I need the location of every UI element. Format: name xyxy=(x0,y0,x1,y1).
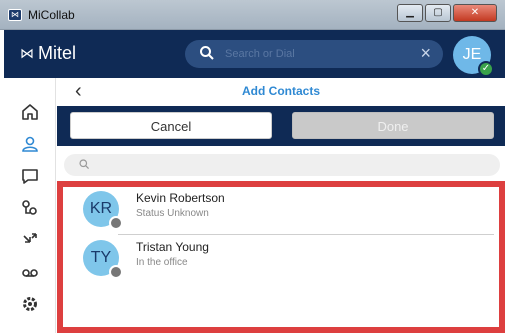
contact-initials: TY xyxy=(90,249,112,266)
sidebar xyxy=(4,78,56,333)
title-bar: ⋈ MiCollab ▁ ▢ ✕ xyxy=(0,0,505,30)
micollab-window: ⋈ MiCollab ▁ ▢ ✕ ⋈ Mitel × JE ✓ xyxy=(0,0,505,333)
contact-name: Kevin Robertson xyxy=(136,191,225,205)
search-icon xyxy=(200,46,214,60)
maximize-button[interactable]: ▢ xyxy=(425,4,451,22)
clear-search-icon[interactable]: × xyxy=(420,43,431,63)
minimize-button[interactable]: ▁ xyxy=(397,4,423,22)
mitel-logo-icon: ⋈ xyxy=(20,45,34,61)
home-icon xyxy=(22,104,38,120)
window-controls: ▁ ▢ ✕ xyxy=(395,4,497,24)
add-contacts-panel: ‹ Add Contacts Cancel Done KR Kevin Robe… xyxy=(57,78,505,333)
close-button[interactable]: ✕ xyxy=(453,4,497,22)
search-box[interactable]: × xyxy=(185,40,443,68)
contact-list-highlight: KR Kevin Robertson Status Unknown TY Tri… xyxy=(57,181,505,333)
app-header: ⋈ Mitel × JE ✓ xyxy=(4,30,505,78)
panel-title: Add Contacts xyxy=(242,84,320,98)
contacts-icon xyxy=(22,136,38,152)
sidebar-item-home[interactable] xyxy=(18,100,42,124)
contact-avatar: TY xyxy=(83,240,123,279)
sidebar-item-call-forward[interactable] xyxy=(18,228,42,252)
contact-avatar: KR xyxy=(83,191,123,230)
brand-logo: ⋈ Mitel xyxy=(20,43,76,64)
sidebar-item-voicemail[interactable] xyxy=(18,260,42,284)
contact-initials: KR xyxy=(89,200,113,217)
chat-icon xyxy=(22,169,38,184)
user-initials: JE xyxy=(462,46,482,63)
contact-filter-input[interactable] xyxy=(64,154,500,176)
sidebar-item-settings[interactable] xyxy=(18,292,42,316)
sidebar-item-call-history[interactable] xyxy=(18,196,42,220)
status-unknown-icon xyxy=(109,216,123,230)
user-avatar[interactable]: JE ✓ xyxy=(453,36,494,77)
list-item-contact[interactable]: KR Kevin Robertson Status Unknown xyxy=(69,187,489,235)
action-bar: Cancel Done xyxy=(57,106,505,146)
brand-name: Mitel xyxy=(38,43,77,63)
window-title: MiCollab xyxy=(28,8,75,22)
call-history-icon xyxy=(22,200,37,215)
list-item-contact[interactable]: TY Tristan Young In the office xyxy=(69,236,489,284)
search-input[interactable] xyxy=(225,44,405,64)
done-button[interactable]: Done xyxy=(292,112,494,139)
contact-status: Status Unknown xyxy=(136,208,209,219)
status-in-office-icon xyxy=(109,265,123,279)
contact-name: Tristan Young xyxy=(136,240,209,254)
panel-header: ‹ Add Contacts xyxy=(57,78,505,106)
voicemail-icon xyxy=(22,269,38,277)
sidebar-item-chat[interactable] xyxy=(18,164,42,188)
app-icon: ⋈ xyxy=(8,9,22,21)
list-divider xyxy=(118,234,494,235)
presence-available-icon: ✓ xyxy=(478,61,494,77)
sidebar-item-contacts[interactable] xyxy=(18,132,42,156)
cancel-button[interactable]: Cancel xyxy=(70,112,272,139)
call-forward-icon xyxy=(23,233,37,243)
filter-search-icon xyxy=(79,159,89,169)
settings-icon xyxy=(23,297,37,311)
contact-status: In the office xyxy=(136,257,188,268)
